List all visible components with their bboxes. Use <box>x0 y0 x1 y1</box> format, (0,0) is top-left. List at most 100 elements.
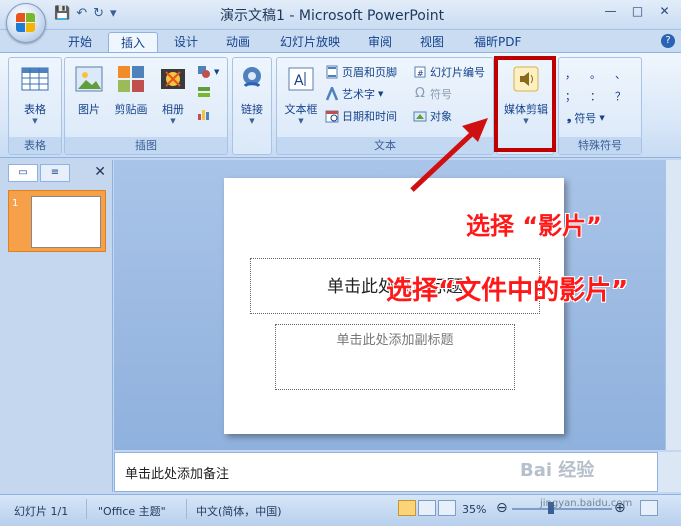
period-symbol[interactable]: 。 <box>590 66 601 82</box>
annotation-arrow <box>410 118 488 192</box>
group-links: 链接 ▼ <box>232 57 272 155</box>
punctuation-row-2: ； ： ？ <box>565 86 626 106</box>
header-footer-button[interactable]: 页眉和页脚 <box>325 62 397 82</box>
question-symbol[interactable]: ？ <box>615 88 626 104</box>
annotation-select-movie-from-file: 选择“文件中的影片” <box>386 276 629 306</box>
smartart-icon <box>198 87 210 97</box>
group-label-special-symbols: 特殊符号 <box>559 137 641 154</box>
tab-animations[interactable]: 动画 <box>214 32 262 52</box>
group-special-symbols: ， 。 、 ； ： ？ ❟ 符号 ▼ 特殊符号 <box>558 57 642 155</box>
group-illustrations: 图片 剪贴画 相册 ▼ ▼ 插图 <box>64 57 228 155</box>
close-icon[interactable]: ✕ <box>94 164 106 180</box>
chevron-down-icon: ▼ <box>32 117 38 125</box>
table-icon <box>21 67 49 91</box>
help-icon[interactable]: ? <box>661 34 675 48</box>
tab-insert[interactable]: 插入 <box>108 32 159 52</box>
wordart-button[interactable]: 艺术字 ▼ <box>325 84 383 104</box>
tab-foxit-pdf[interactable]: 福昕PDF <box>462 32 533 52</box>
slide-number-icon: # <box>414 66 426 78</box>
watermark-logo: Bai 经验 <box>520 460 595 481</box>
clipart-label: 剪贴画 <box>114 103 148 116</box>
photo-album-label: 相册 <box>162 103 184 116</box>
special-symbol-label: 符号 <box>574 112 597 125</box>
redo-icon[interactable]: ↻ <box>93 6 104 21</box>
chart-icon <box>198 110 209 120</box>
office-button[interactable] <box>6 3 46 43</box>
tab-outline[interactable]: ≡ <box>40 164 70 182</box>
slideshow-view-button[interactable] <box>438 500 456 516</box>
textbox-button[interactable]: A 文本框 ▼ <box>279 62 323 134</box>
normal-view-button[interactable] <box>398 500 416 516</box>
chevron-down-icon: ▼ <box>170 117 176 125</box>
calendar-icon <box>325 110 339 123</box>
slide-thumbnail[interactable] <box>8 190 106 252</box>
slide-count: 幻灯片 1/1 <box>14 505 69 518</box>
slide-sorter-view-button[interactable] <box>418 500 436 516</box>
close-button[interactable]: ✕ <box>652 2 677 20</box>
fit-to-window-button[interactable] <box>640 500 658 516</box>
theme-name[interactable]: "Office 主题" <box>98 503 166 519</box>
tab-home[interactable]: 开始 <box>56 32 104 52</box>
window-controls: — □ ✕ <box>598 2 677 20</box>
smartart-button[interactable] <box>197 82 211 102</box>
minimize-button[interactable]: — <box>598 2 623 20</box>
comma-symbol[interactable]: ， <box>565 66 576 82</box>
slides-pane: ▭ ≡ ✕ 1 <box>0 160 113 492</box>
special-symbol-button[interactable]: ❟ 符号 ▼ <box>567 108 605 128</box>
group-label-illustrations: 插图 <box>65 137 227 154</box>
chart-button[interactable] <box>197 104 211 124</box>
undo-icon[interactable]: ↶ <box>76 6 87 21</box>
link-button[interactable]: 链接 ▼ <box>233 62 271 134</box>
link-label: 链接 <box>241 103 263 116</box>
tab-design[interactable]: 设计 <box>162 32 210 52</box>
colon-symbol[interactable]: ： <box>590 88 601 104</box>
subtitle-placeholder[interactable]: 单击此处添加副标题 <box>275 324 515 390</box>
tab-slides[interactable]: ▭ <box>8 164 38 182</box>
window-title: 演示文稿1 - Microsoft PowerPoint <box>220 8 445 24</box>
picture-label: 图片 <box>78 103 100 116</box>
clipart-icon <box>118 66 144 92</box>
textbox-label: 文本框 <box>284 103 318 116</box>
group-tables: 表格 ▼ 表格 <box>8 57 62 155</box>
language[interactable]: 中文(简体，中国) <box>196 503 282 519</box>
slide-number-label: 幻灯片编号 <box>430 66 485 79</box>
link-icon <box>243 67 261 88</box>
photo-album-button[interactable]: 相册 ▼ <box>153 62 193 134</box>
customize-qat-icon[interactable]: ▾ <box>110 6 117 21</box>
header-footer-icon <box>326 65 338 79</box>
slide-number-button[interactable]: # 幻灯片编号 <box>413 62 485 82</box>
title-bar: 💾 ↶ ↻ ▾ 演示文稿1 - Microsoft PowerPoint — □… <box>0 0 681 30</box>
date-time-label: 日期和时间 <box>342 110 397 123</box>
tab-view[interactable]: 视图 <box>408 32 456 52</box>
notes-scrollbar[interactable] <box>658 452 681 492</box>
picture-button[interactable]: 图片 <box>69 62 109 134</box>
zoom-out-icon[interactable]: ⊖ <box>496 500 508 516</box>
annotation-select-movie: 选择 “影片” <box>466 212 602 240</box>
symbol-glyph-icon: ❟ <box>567 111 572 124</box>
zoom-level[interactable]: 35% <box>462 503 486 516</box>
shapes-button[interactable]: ▼ <box>197 62 219 82</box>
tab-review[interactable]: 审阅 <box>356 32 404 52</box>
vertical-scrollbar[interactable] <box>665 160 681 450</box>
quick-access-toolbar: 💾 ↶ ↻ ▾ <box>54 6 117 21</box>
slide-thumbnail-preview <box>31 196 101 248</box>
divider <box>86 499 87 519</box>
office-logo-icon <box>16 13 36 33</box>
semicolon-symbol[interactable]: ； <box>565 88 576 104</box>
svg-text:#: # <box>417 69 424 78</box>
punctuation-row-1: ， 。 、 <box>565 64 626 84</box>
maximize-button[interactable]: □ <box>625 2 650 20</box>
clipart-button[interactable]: 剪贴画 <box>109 62 153 134</box>
table-button[interactable]: 表格 ▼ <box>13 62 57 134</box>
omega-icon: Ω <box>415 86 425 101</box>
symbol-button[interactable]: Ω 符号 <box>413 84 452 104</box>
shapes-icon <box>198 66 210 78</box>
save-icon[interactable]: 💾 <box>54 6 70 21</box>
slide-thumbnail-number: 1 <box>12 198 19 209</box>
divider <box>186 499 187 519</box>
tab-slideshow[interactable]: 幻灯片放映 <box>268 32 352 52</box>
enum-comma-symbol[interactable]: 、 <box>615 66 626 82</box>
date-time-button[interactable]: 日期和时间 <box>325 106 397 126</box>
wordart-icon <box>325 87 339 101</box>
picture-icon <box>75 66 103 92</box>
